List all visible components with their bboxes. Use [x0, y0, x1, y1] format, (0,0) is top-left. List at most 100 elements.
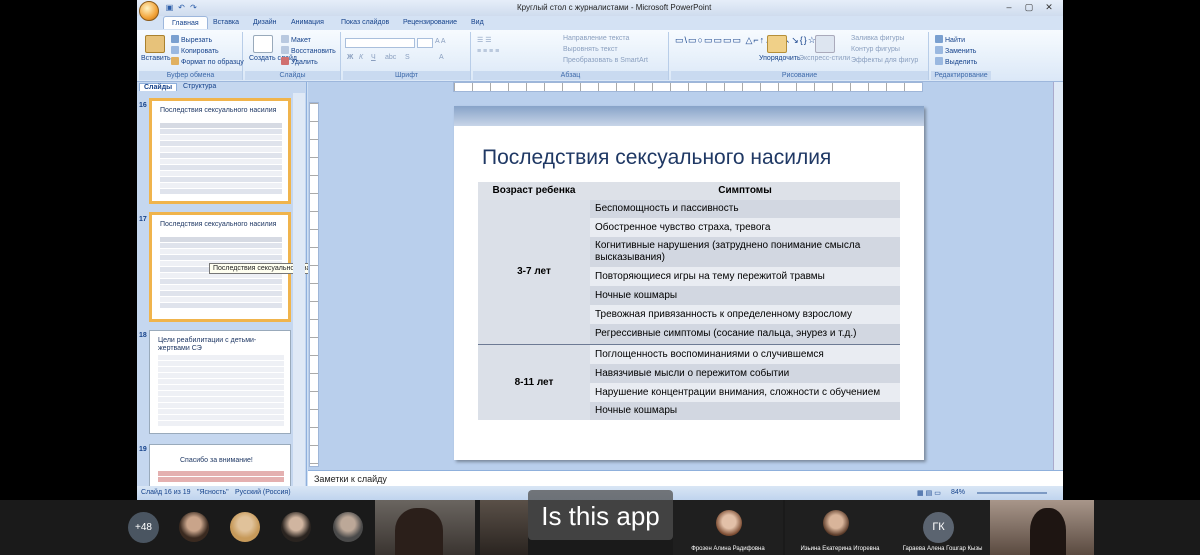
shadow-icon[interactable]: S — [405, 54, 410, 61]
video-tile[interactable]: Фрозен Алина Радифовна — [673, 500, 783, 555]
binoculars-icon — [935, 35, 943, 43]
save-icon[interactable]: ▣ — [165, 3, 174, 12]
zoom-level[interactable]: 84% — [951, 489, 965, 496]
layout-button[interactable]: Макет — [281, 35, 311, 44]
table-row: Беспомощность и пассивность — [590, 200, 900, 218]
underline-icon[interactable]: Ч — [371, 54, 376, 61]
format-painter-button[interactable]: Формат по образцу — [171, 57, 244, 66]
thumb-number: 17 — [139, 216, 147, 223]
notes-pane[interactable]: Заметки к слайду — [308, 470, 1063, 486]
undo-icon[interactable]: ↶ — [177, 3, 186, 12]
font-name-field[interactable] — [345, 38, 415, 48]
group-clipboard: Вставить Вырезать Копировать Формат по о… — [139, 32, 244, 80]
tab-slides[interactable]: Слайды — [139, 83, 178, 91]
font-color-icon[interactable]: A — [439, 54, 444, 61]
more-participants-badge[interactable]: +48 — [128, 512, 159, 543]
table-row: Нарушение концентрации внимания, сложнос… — [590, 383, 900, 402]
italic-icon[interactable]: К — [359, 54, 363, 61]
slide-title[interactable]: Последствия сексуального насилия — [482, 146, 831, 170]
paste-icon[interactable] — [145, 35, 165, 53]
table-header: Возраст ребенка Симптомы — [478, 182, 900, 200]
age-cell: 8-11 лет — [478, 345, 590, 420]
font-size-field[interactable] — [417, 38, 433, 48]
participant-avatar[interactable] — [281, 512, 311, 542]
tab-view[interactable]: Вид — [465, 18, 490, 27]
reset-button[interactable]: Восстановить — [281, 46, 336, 55]
close-icon[interactable]: ✕ — [1037, 1, 1061, 13]
tab-outline[interactable]: Структура — [179, 83, 220, 90]
pane-tabs: Слайды Структура — [137, 82, 307, 93]
quick-styles-button[interactable]: Экспресс-стили — [799, 55, 850, 62]
shape-outline-button[interactable]: Контур фигуры — [851, 46, 900, 53]
video-tile[interactable]: Изьина Екатерина Игоревна — [785, 500, 895, 555]
ribbon: Вставить Вырезать Копировать Формат по о… — [137, 30, 1063, 82]
thumb-number: 16 — [139, 102, 147, 109]
shape-effects-button[interactable]: Эффекты для фигур — [851, 57, 918, 64]
participant-avatar[interactable] — [179, 512, 209, 542]
group-label: Буфер обмена — [139, 71, 242, 80]
paste-button[interactable]: Вставить — [141, 55, 171, 62]
slide-canvas[interactable]: Последствия сексуального насилия Возраст… — [454, 106, 924, 460]
redo-icon[interactable]: ↷ — [189, 3, 198, 12]
arrange-icon[interactable] — [767, 35, 787, 53]
editor-scrollbar[interactable] — [1053, 82, 1063, 470]
group-label: Шрифт — [343, 71, 470, 80]
video-tile[interactable] — [480, 500, 528, 555]
cut-button[interactable]: Вырезать — [171, 35, 212, 44]
shapes-gallery[interactable]: ▭\▭○▭▭▭▭ △⌐↑↓⇨ ↖↘{}☆ — [675, 35, 817, 46]
copy-icon — [171, 46, 179, 54]
slide-header-band — [454, 106, 924, 126]
tab-slideshow[interactable]: Показ слайдов — [335, 18, 395, 27]
bold-icon[interactable]: Ж — [347, 54, 353, 61]
delete-slide-button[interactable]: Удалить — [281, 57, 318, 66]
header-symptoms: Симптомы — [590, 182, 900, 200]
align-text-button[interactable]: Выровнять текст — [563, 46, 618, 53]
zoom-slider[interactable] — [977, 492, 1047, 494]
smartart-button[interactable]: Преобразовать в SmartArt — [563, 57, 648, 64]
pane-scrollbar[interactable] — [293, 93, 305, 486]
video-tile[interactable] — [990, 500, 1094, 555]
notes-placeholder: Заметки к слайду — [314, 474, 387, 484]
tab-home[interactable]: Главная — [163, 16, 208, 29]
language[interactable]: Русский (Россия) — [235, 489, 291, 496]
tab-design[interactable]: Дизайн — [247, 18, 283, 27]
replace-button[interactable]: Заменить — [935, 46, 976, 55]
find-button[interactable]: Найти — [935, 35, 965, 44]
brush-icon — [171, 57, 179, 65]
window-title: Круглый стол с журналистами - Microsoft … — [517, 3, 712, 12]
tab-animation[interactable]: Анимация — [285, 18, 330, 27]
group-editing: Найти Заменить Выделить Редактирование — [931, 32, 991, 80]
new-slide-icon[interactable] — [253, 35, 273, 53]
thumb-number: 18 — [139, 332, 147, 339]
participant-name: Гараева Алена Гошгар Кызы — [902, 546, 983, 552]
grow-font-icon[interactable]: A A — [435, 38, 446, 45]
quick-styles-icon[interactable] — [815, 35, 835, 53]
theme-name: "Ясность" — [197, 489, 229, 496]
participant-avatar — [823, 510, 849, 536]
slide-thumb-19[interactable]: Спасибо за внимание! — [149, 444, 291, 488]
strikethrough-icon[interactable]: abc — [385, 54, 396, 61]
scissors-icon — [171, 35, 179, 43]
vertical-ruler — [309, 102, 319, 467]
text-direction-button[interactable]: Направление текста — [563, 35, 629, 42]
bullets-icon[interactable]: ☰ ☰ — [477, 36, 492, 44]
caption-overlay: Is this app — [528, 490, 673, 540]
group-label: Рисование — [671, 71, 928, 80]
shape-fill-button[interactable]: Заливка фигуры — [851, 35, 904, 42]
slide-thumb-18[interactable]: Цели реабилитации с детьми-жертвами СЭ — [149, 330, 291, 434]
copy-button[interactable]: Копировать — [171, 46, 219, 55]
tab-review[interactable]: Рецензирование — [397, 18, 463, 27]
tab-insert[interactable]: Вставка — [207, 18, 245, 27]
video-tile[interactable] — [375, 500, 475, 555]
group-label: Редактирование — [931, 71, 991, 80]
office-button[interactable] — [139, 1, 159, 21]
arrange-button[interactable]: Упорядочить — [759, 55, 801, 62]
participant-avatar[interactable] — [333, 512, 363, 542]
select-button[interactable]: Выделить — [935, 57, 977, 66]
replace-icon — [935, 46, 943, 54]
participant-avatar[interactable] — [230, 512, 260, 542]
view-buttons[interactable]: ▦▤▭ — [917, 489, 943, 497]
align-icons[interactable]: ≡ ≡ ≡ ≡ — [477, 48, 499, 55]
reset-icon — [281, 46, 289, 54]
slide-thumb-16[interactable]: Последствия сексуального насилия — [149, 98, 291, 204]
